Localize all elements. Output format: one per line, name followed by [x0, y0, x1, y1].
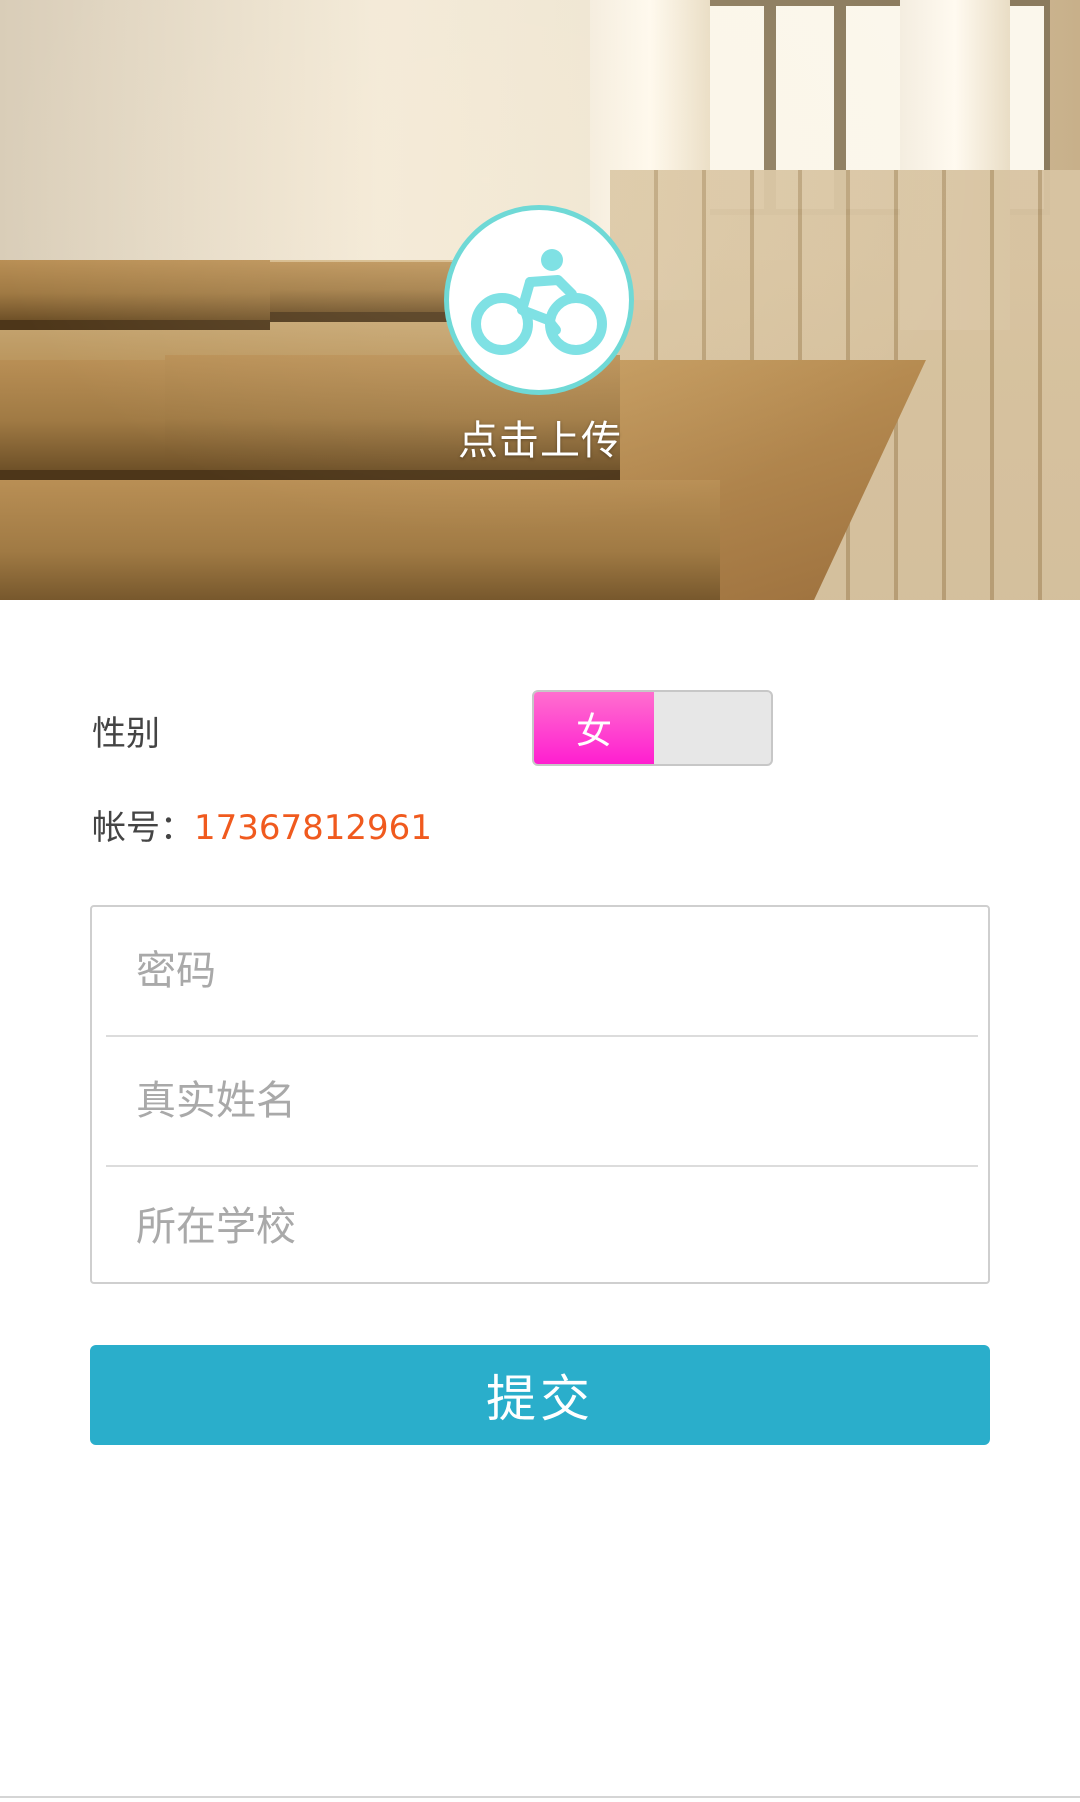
bottom-divider — [0, 1796, 1080, 1798]
school-field-row — [106, 1169, 978, 1284]
account-label: 帐号： — [92, 808, 194, 848]
password-field-row — [106, 907, 978, 1037]
edit-profile-screen: 点击上传 性别 女 帐号：17367812961 提交 — [0, 0, 1080, 1802]
profile-form — [90, 905, 990, 1284]
upload-label[interactable]: 点击上传 — [0, 408, 1080, 466]
password-input[interactable] — [106, 907, 978, 1035]
bicycle-rider-icon — [471, 249, 607, 355]
account-row: 帐号：17367812961 — [92, 800, 432, 849]
realname-input[interactable] — [106, 1037, 978, 1165]
gender-toggle-knob[interactable]: 女 — [534, 692, 654, 764]
gender-label: 性别 — [92, 714, 160, 754]
gender-toggle[interactable]: 女 — [532, 690, 773, 766]
school-input[interactable] — [106, 1169, 978, 1284]
realname-field-row — [106, 1037, 978, 1167]
submit-button[interactable]: 提交 — [90, 1345, 990, 1445]
account-value: 17367812961 — [194, 808, 432, 848]
avatar-upload-button[interactable] — [444, 205, 634, 395]
